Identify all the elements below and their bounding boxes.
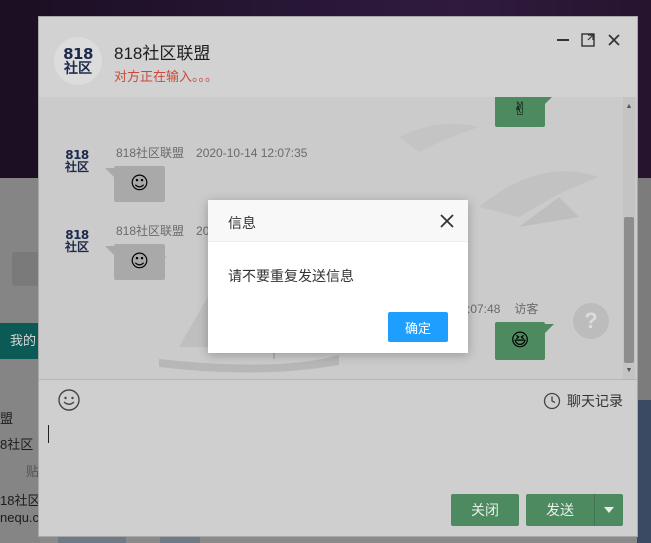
laugh-emoji-icon: 😆: [510, 330, 530, 351]
background-text-5: nequ.c: [0, 510, 40, 525]
input-toolbar: 聊天记录: [39, 380, 637, 420]
send-button[interactable]: 发送: [526, 494, 594, 526]
message-sender: 818社区联盟: [116, 146, 185, 160]
background-bottom-strip: [58, 536, 126, 543]
contact-avatar[interactable]: 818 社区: [54, 37, 102, 85]
emoji-picker-icon[interactable]: [57, 388, 81, 412]
background-text-4: 18社区: [0, 493, 40, 508]
close-chat-button[interactable]: 关闭: [451, 494, 519, 526]
visitor-meta: :07:48 访客: [467, 300, 538, 317]
logo-text: 社区: [64, 160, 89, 174]
dialog-header: 信息: [208, 200, 468, 242]
close-window-button[interactable]: [605, 31, 623, 49]
minimize-button[interactable]: [554, 31, 572, 49]
logo-text: 社区: [64, 240, 89, 254]
message-avatar[interactable]: 818 社区: [57, 141, 97, 181]
message-meta: 818社区联盟 2020-10-14 12:07:35: [116, 144, 307, 161]
text-caret: [48, 425, 49, 443]
smile-emoji-icon: ☺: [130, 173, 149, 194]
send-options-dropdown[interactable]: [594, 494, 623, 526]
logo-text: 社区: [64, 60, 92, 77]
chat-header: 818 社区 818社区联盟 对方正在输入。。。: [39, 17, 637, 97]
minimize-icon: [557, 39, 569, 41]
typing-status: 对方正在输入。。。: [114, 69, 219, 84]
chat-history-label: 聊天记录: [567, 393, 623, 409]
dialog-message: 请不要重复发送信息: [228, 268, 354, 284]
message-bubble[interactable]: ☺: [105, 244, 165, 280]
dialog-title: 信息: [228, 215, 256, 231]
scrollbar-thumb[interactable]: [624, 217, 634, 363]
background-green-button[interactable]: 我的: [0, 323, 40, 359]
dialog-ok-button[interactable]: 确定: [388, 312, 448, 342]
visitor-time: :07:48: [467, 302, 501, 316]
own-message-bubble[interactable]: ✌: [495, 97, 554, 127]
victory-emoji-icon: ✌: [512, 99, 528, 120]
chat-history-button[interactable]: 聊天记录: [543, 391, 623, 411]
visitor-label: 访客: [514, 302, 539, 316]
message-bubble[interactable]: ☺: [105, 166, 165, 202]
info-dialog: 信息 请不要重复发送信息 确定: [208, 200, 468, 353]
smile-emoji-icon: ☺: [130, 251, 149, 272]
message-sender: 818社区联盟: [116, 224, 185, 238]
close-icon: [608, 34, 620, 46]
background-left-column: [0, 178, 40, 543]
background-right-image: [637, 400, 651, 543]
visitor-message-bubble[interactable]: 😆: [495, 322, 554, 360]
maximize-icon: [581, 33, 595, 47]
maximize-button[interactable]: [579, 31, 597, 49]
message-meta: 818社区联盟 20: [116, 222, 209, 239]
chat-title: 818社区联盟: [114, 44, 211, 63]
visitor-avatar-icon[interactable]: ?: [573, 303, 609, 339]
background-icon-box: [12, 252, 40, 286]
scroll-up-arrow-icon[interactable]: ▲: [625, 103, 633, 111]
clock-icon: [543, 392, 561, 410]
background-text-1: 盟: [0, 411, 14, 426]
dialog-close-icon[interactable]: [440, 214, 454, 228]
background-text-2: 8社区: [0, 437, 34, 452]
message-input[interactable]: [39, 420, 637, 490]
message-avatar[interactable]: 818 社区: [57, 221, 97, 261]
logo-number: 818: [63, 44, 93, 63]
background-bottom-strip: [160, 536, 200, 543]
message-time: 2020-10-14 12:07:35: [196, 146, 308, 160]
scroll-down-arrow-icon[interactable]: ▼: [625, 367, 633, 375]
